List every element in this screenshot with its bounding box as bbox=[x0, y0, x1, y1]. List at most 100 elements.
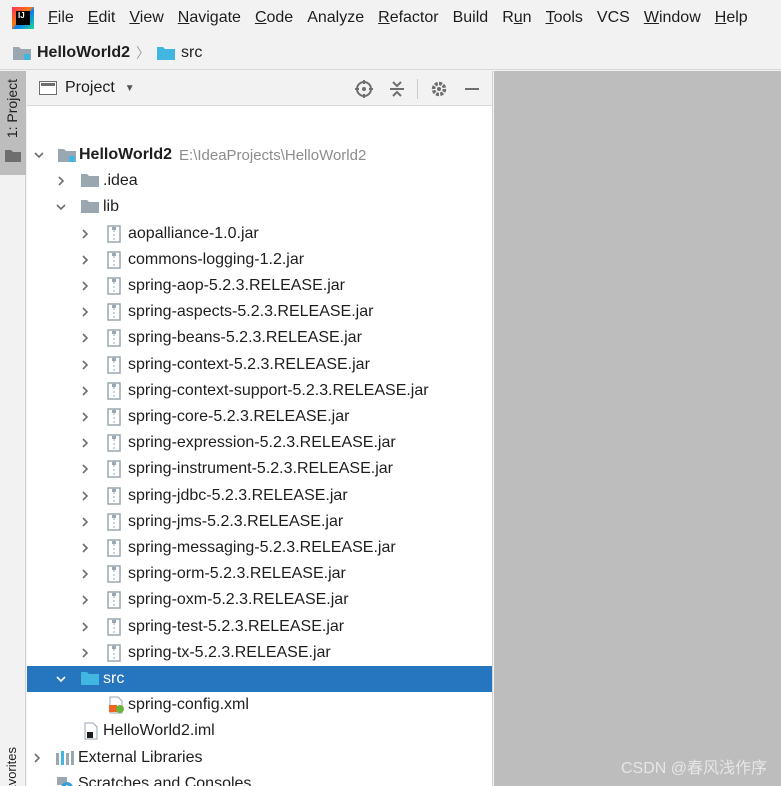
tree-root[interactable]: HelloWorld2 E:\IdeaProjects\HelloWorld2 bbox=[27, 142, 492, 168]
chevron-right-icon[interactable] bbox=[79, 647, 91, 659]
menu-tools[interactable]: Tools bbox=[546, 9, 583, 27]
menu-navigate[interactable]: Navigate bbox=[178, 9, 241, 27]
chevron-right-icon[interactable] bbox=[55, 175, 67, 187]
tree-item-jar[interactable]: spring-jdbc-5.2.3.RELEASE.jar bbox=[27, 483, 492, 509]
tree-item-jar[interactable]: spring-core-5.2.3.RELEASE.jar bbox=[27, 404, 492, 430]
chevron-right-icon[interactable] bbox=[79, 621, 91, 633]
tree-item-label: spring-oxm-5.2.3.RELEASE.jar bbox=[128, 591, 349, 609]
folder-icon bbox=[157, 46, 176, 60]
tree-item-label: spring-jms-5.2.3.RELEASE.jar bbox=[128, 512, 344, 530]
chevron-right-icon[interactable] bbox=[79, 411, 91, 423]
chevron-right-icon[interactable] bbox=[79, 437, 91, 449]
tree-item-jar[interactable]: spring-beans-5.2.3.RELEASE.jar bbox=[27, 325, 492, 351]
menu-code[interactable]: Code bbox=[255, 9, 293, 27]
tree-item-jar[interactable]: spring-aspects-5.2.3.RELEASE.jar bbox=[27, 299, 492, 325]
breadcrumb-project-label: HelloWorld2 bbox=[37, 43, 131, 61]
tree-item-label: spring-jdbc-5.2.3.RELEASE.jar bbox=[128, 486, 348, 504]
chevron-right-icon[interactable] bbox=[79, 568, 91, 580]
collapse-all-icon[interactable] bbox=[385, 77, 409, 101]
tree-item-jar[interactable]: spring-test-5.2.3.RELEASE.jar bbox=[27, 614, 492, 640]
project-module-icon bbox=[13, 46, 31, 60]
menu-view[interactable]: View bbox=[129, 9, 163, 27]
menu-refactor[interactable]: Refactor bbox=[378, 9, 438, 27]
toolbar-divider bbox=[417, 78, 418, 99]
tree-item-jar[interactable]: spring-instrument-5.2.3.RELEASE.jar bbox=[27, 456, 492, 482]
tree-item-jar[interactable]: spring-oxm-5.2.3.RELEASE.jar bbox=[27, 587, 492, 613]
project-panel: Project ▼ HelloWorld2 E:\IdeaProjects\Hel… bbox=[27, 71, 493, 786]
jar-icon bbox=[107, 617, 125, 636]
chevron-right-icon[interactable] bbox=[79, 594, 91, 606]
chevron-right-icon[interactable] bbox=[79, 306, 91, 318]
tree-item-jar[interactable]: aopalliance-1.0.jar bbox=[27, 221, 492, 247]
menu-bar: IJ File Edit View Navigate Code Analyze Refact… bbox=[0, 0, 781, 36]
project-panel-header: Project ▼ bbox=[27, 71, 492, 106]
jar-icon bbox=[107, 408, 125, 426]
hide-panel-icon[interactable] bbox=[460, 77, 484, 101]
chevron-right-icon[interactable] bbox=[79, 332, 91, 344]
locate-icon[interactable] bbox=[352, 77, 376, 101]
chevron-right-icon[interactable] bbox=[79, 280, 91, 292]
tree-item-external-libraries[interactable]: External Libraries bbox=[27, 745, 492, 771]
menu-edit[interactable]: Edit bbox=[88, 9, 116, 27]
tree-item-scratches[interactable]: Scratches and Consoles bbox=[27, 771, 492, 786]
chevron-down-icon[interactable]: ▼ bbox=[125, 83, 135, 94]
menu-analyze[interactable]: Analyze bbox=[307, 9, 364, 27]
xml-file-icon bbox=[107, 696, 125, 714]
menu-help[interactable]: Help bbox=[715, 9, 748, 27]
project-tool-window-button[interactable]: 1: Project bbox=[0, 71, 26, 175]
chevron-down-icon[interactable] bbox=[55, 201, 67, 213]
tree-item-jar[interactable]: spring-orm-5.2.3.RELEASE.jar bbox=[27, 561, 492, 587]
tree-item-iml[interactable]: HelloWorld2.iml bbox=[27, 718, 492, 744]
menu-items: File Edit View Navigate Code Analyze Refactor B… bbox=[48, 9, 762, 27]
tree-item-src[interactable]: src bbox=[27, 666, 492, 692]
tree-item-jar[interactable]: spring-context-5.2.3.RELEASE.jar bbox=[27, 352, 492, 378]
tree-item-spring-config[interactable]: spring-config.xml bbox=[27, 692, 492, 718]
chevron-right-icon[interactable] bbox=[79, 359, 91, 371]
menu-vcs[interactable]: VCS bbox=[597, 9, 630, 27]
tree-item-jar[interactable]: spring-aop-5.2.3.RELEASE.jar bbox=[27, 273, 492, 299]
chevron-right-icon[interactable] bbox=[79, 542, 91, 554]
tree-item-label: spring-test-5.2.3.RELEASE.jar bbox=[128, 617, 345, 635]
menu-file[interactable]: File bbox=[48, 9, 74, 27]
chevron-right-icon[interactable] bbox=[79, 490, 91, 502]
tree-item-jar[interactable]: spring-context-support-5.2.3.RELEASE.jar bbox=[27, 378, 492, 404]
gear-icon[interactable] bbox=[427, 77, 451, 101]
jar-icon bbox=[107, 329, 125, 348]
breadcrumb-project[interactable]: HelloWorld2 bbox=[12, 44, 130, 62]
project-panel-title[interactable]: Project bbox=[65, 79, 115, 97]
menu-run[interactable]: Run bbox=[502, 9, 531, 27]
chevron-right-icon[interactable] bbox=[79, 385, 91, 397]
jar-icon bbox=[107, 565, 125, 583]
chevron-right-icon[interactable] bbox=[79, 254, 91, 266]
tree-item-label: spring-aop-5.2.3.RELEASE.jar bbox=[128, 277, 345, 294]
tree-item-idea[interactable]: .idea bbox=[27, 168, 492, 194]
navigation-bar: HelloWorld2 〉 src bbox=[0, 36, 781, 70]
menu-build[interactable]: Build bbox=[453, 9, 489, 27]
menu-window[interactable]: Window bbox=[644, 9, 701, 27]
tree-item-jar[interactable]: spring-jms-5.2.3.RELEASE.jar bbox=[27, 509, 492, 535]
tree-item-lib[interactable]: lib bbox=[27, 194, 492, 220]
tree-item-label: src bbox=[103, 670, 125, 687]
jar-icon bbox=[107, 460, 125, 479]
chevron-right-icon[interactable] bbox=[31, 752, 43, 764]
chevron-down-icon[interactable] bbox=[55, 673, 67, 685]
chevron-right-icon[interactable] bbox=[79, 228, 91, 240]
jar-icon bbox=[107, 513, 125, 531]
jar-icon bbox=[107, 355, 125, 374]
jar-icon bbox=[107, 224, 125, 243]
chevron-down-icon[interactable] bbox=[33, 149, 45, 161]
tree-item-jar[interactable]: commons-logging-1.2.jar bbox=[27, 247, 492, 273]
chevron-right-icon[interactable] bbox=[79, 463, 91, 475]
favorites-tool-window-button[interactable]: 2: Favorites bbox=[0, 747, 26, 786]
intellij-logo-icon: IJ bbox=[12, 7, 34, 29]
tree-item-jar[interactable]: spring-messaging-5.2.3.RELEASE.jar bbox=[27, 535, 492, 561]
folder-icon bbox=[81, 670, 99, 688]
breadcrumb-src[interactable]: src bbox=[156, 44, 202, 62]
chevron-right-icon[interactable] bbox=[79, 516, 91, 528]
tree-item-jar[interactable]: spring-expression-5.2.3.RELEASE.jar bbox=[27, 430, 492, 456]
tree-item-label: HelloWorld2.iml bbox=[103, 722, 215, 740]
folder-icon bbox=[81, 172, 99, 190]
jar-icon bbox=[107, 434, 125, 452]
tree-item-label: spring-tx-5.2.3.RELEASE.jar bbox=[128, 643, 331, 661]
tree-item-jar[interactable]: spring-tx-5.2.3.RELEASE.jar bbox=[27, 640, 492, 666]
